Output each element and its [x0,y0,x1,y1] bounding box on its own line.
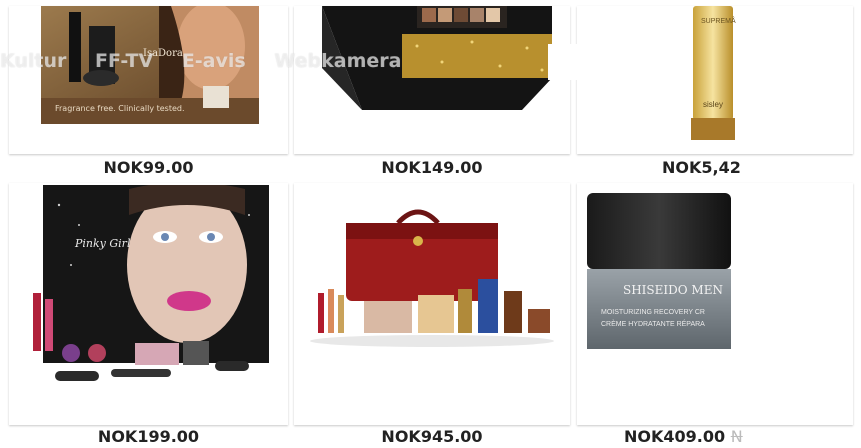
product-price-1: NOK99.00 [103,158,194,177]
product-card-6[interactable]: SHISEIDO MEN MOISTURIZING RECOVERY CR CR… [577,183,853,425]
nav-item-ff-tv[interactable]: FF-TV [95,50,153,72]
product-price-6: NOK409.00 N [624,427,743,446]
product-card-3[interactable]: SUPREMÂ sisley [577,6,853,154]
nav-item-webkamera[interactable]: Webkamera [274,50,401,72]
bottle-label: SUPREMÂ [701,18,736,25]
old-price: N [730,427,743,446]
jar-line-2: CRÈME HYDRATANTE RÉPARA [601,321,705,328]
product-image[interactable] [306,201,558,351]
product-card-4[interactable]: Pinky Girl [9,183,288,425]
calendar-script-text: Pinky Girl [75,237,131,250]
image-crop-mask [737,6,853,154]
jar-line-1: MOISTURIZING RECOVERY CR [601,309,705,316]
product-card-1[interactable]: IsaDora Fragrance free. Clinically teste… [9,6,288,154]
current-price: NOK409.00 [624,427,726,446]
jar-brand: SHISEIDO MEN [623,283,723,297]
box-caption: Fragrance free. Clinically tested. [55,104,185,113]
product-image[interactable]: SHISEIDO MEN MOISTURIZING RECOVERY CR CR… [587,193,731,349]
product-card-2[interactable] [294,6,570,154]
image-crop-mask [731,183,853,425]
product-image[interactable]: SUPREMÂ sisley [689,6,739,140]
bottle-brand: sisley [703,100,724,109]
product-image[interactable]: Pinky Girl [19,183,273,395]
product-price-5: NOK945.00 [381,427,483,446]
overlay-nav: Kultur FF-TV E-avis Webkamera [0,50,423,72]
product-price-3: NOK5,42 [662,158,741,177]
nav-item-e-avis[interactable]: E-avis [182,50,246,72]
product-card-5[interactable] [294,183,570,425]
nav-item-kultur[interactable]: Kultur [0,50,66,72]
overlay-panel [548,44,588,80]
product-price-2: NOK149.00 [381,158,483,177]
product-price-4: NOK199.00 [97,427,200,446]
